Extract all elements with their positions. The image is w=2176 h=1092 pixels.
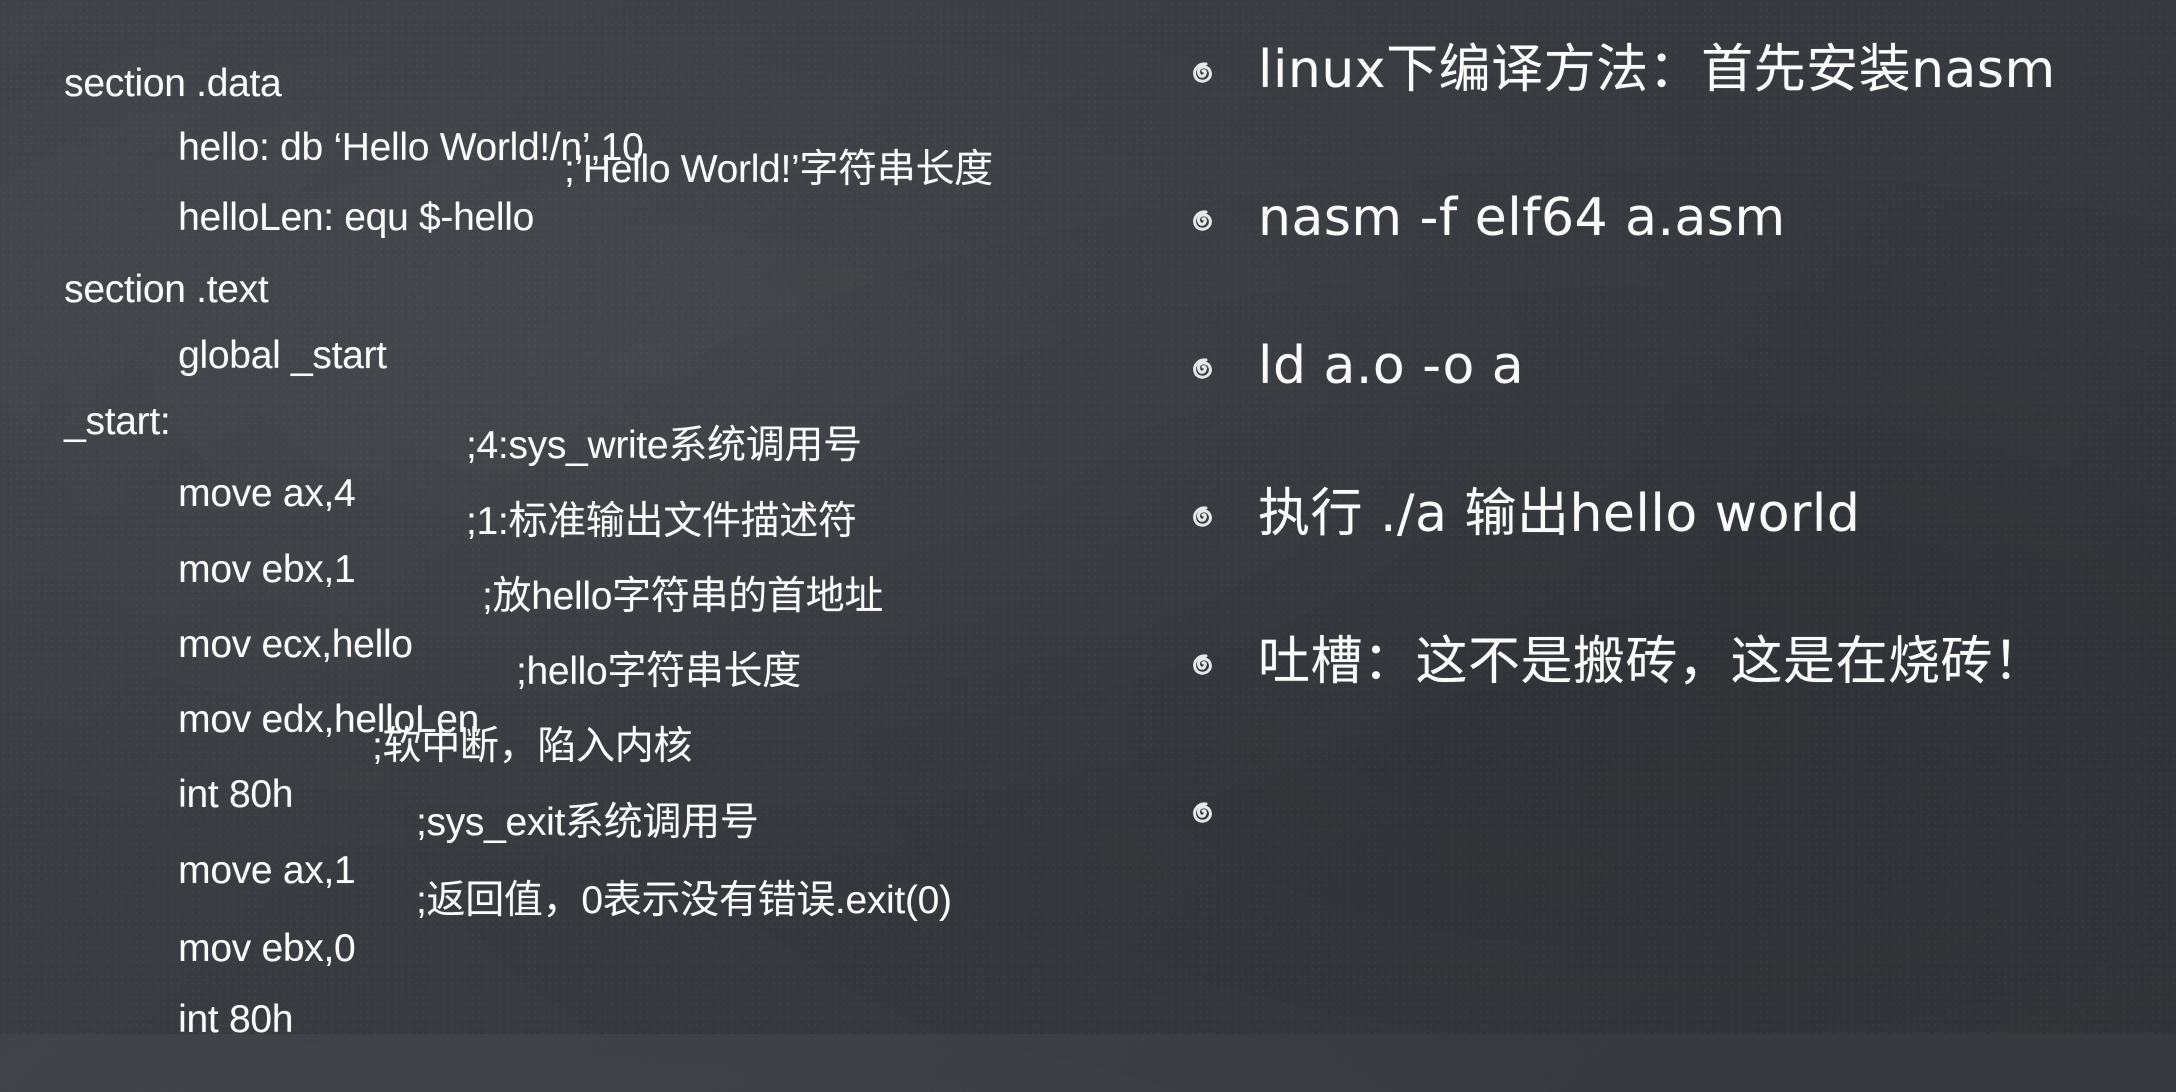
code-line-mov-ecx-hello: mov ecx,hello ;放hello字符串的首地址 — [136, 573, 883, 666]
code-comment: ;1:标准输出文件描述符 — [466, 500, 857, 543]
code-line-mov-ebx-0: mov ebx,0 ;返回值，0表示没有错误.exit(0) — [136, 877, 952, 970]
bullet-list: linux下编译方法：首先安装nasm nasm -f elf64 a.asm … — [1180, 0, 2176, 1034]
spiral-bullet-icon — [1193, 210, 1212, 231]
spiral-bullet-icon — [1193, 802, 1212, 823]
bullet-item-nasm-command: nasm -f elf64 a.asm — [1180, 178, 2160, 258]
bullet-text: linux下编译方法：首先安装nasm — [1258, 40, 2056, 100]
code-comment: ;’Hello World!’字符串长度 — [564, 148, 993, 191]
code-line-hello-db: hello: db ‘Hello World!/n’,10 — [136, 76, 644, 169]
bullet-item-ld-command: ld a.o -o a — [1180, 326, 2160, 406]
spiral-bullet-icon — [1193, 358, 1212, 379]
code-comment: ;软中断，陷入内核 — [372, 725, 693, 768]
code-line-move-ax-4: move ax,4 ;4:sys_write系统调用号 — [136, 422, 862, 515]
code-line-section-data: section .data — [22, 12, 282, 105]
bullet-text: 吐槽：这不是搬砖，这是在烧砖！ — [1258, 632, 2046, 692]
code-comment: ;放hello字符串的首地址 — [482, 575, 884, 618]
code-comment: ;返回值，0表示没有错误.exit(0) — [416, 879, 952, 922]
spiral-bullet-icon — [1193, 506, 1212, 527]
spiral-bullet-icon — [1193, 62, 1212, 83]
code-line-start-label: _start: — [22, 350, 171, 443]
code-line-global-start: global _start — [136, 284, 387, 377]
code-line-move-ax-1: move ax,1 ;sys_exit系统调用号 — [136, 799, 759, 892]
bullet-text: nasm -f elf64 a.asm — [1258, 188, 1786, 248]
code-line-int-80h-final: int 80h — [136, 948, 293, 1041]
code-text: int 80h — [178, 998, 294, 1041]
bullet-item-empty — [1180, 770, 2160, 850]
bullet-item-run-output: 执行 ./a 输出hello world — [1180, 474, 2160, 554]
assembly-code-block: section .data hello: db ‘Hello World!/n’… — [0, 0, 1140, 1041]
code-line-int-80h: int 80h ;软中断，陷入内核 — [136, 723, 692, 816]
code-line-mov-ebx-1: mov ebx,1 ;1:标准输出文件描述符 — [136, 498, 857, 591]
code-comment: ;4:sys_write系统调用号 — [466, 424, 862, 467]
spiral-bullet-icon — [1193, 654, 1212, 675]
bullet-text: ld a.o -o a — [1258, 336, 1525, 396]
code-comment: ;hello字符串长度 — [516, 650, 801, 693]
code-comment: ;sys_exit系统调用号 — [416, 801, 759, 844]
code-line-mov-edx-hellolen: mov edx,helloLen ;hello字符串长度 — [136, 648, 801, 741]
bullet-item-compile-method: linux下编译方法：首先安装nasm — [1180, 30, 2160, 110]
code-line-section-text: section .text — [22, 218, 269, 311]
code-text: global _start — [178, 334, 387, 377]
bullet-item-complaint: 吐槽：这不是搬砖，这是在烧砖！ — [1180, 622, 2160, 702]
bullet-text: 执行 ./a 输出hello world — [1258, 484, 1861, 544]
code-line-hellolen-equ: helloLen: equ $-hello ;’Hello World!’字符串… — [136, 146, 993, 239]
